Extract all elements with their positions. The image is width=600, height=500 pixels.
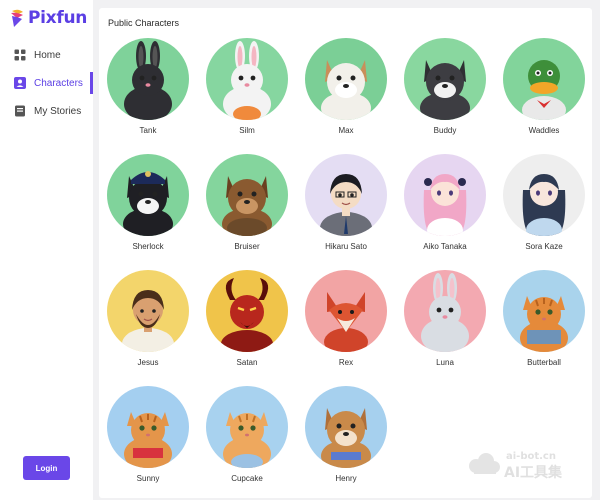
character-avatar[interactable] [305,38,387,120]
watermark-text: AI工具集 [504,465,563,481]
character-card[interactable]: Aiko Tanaka [400,154,490,264]
character-name: Luna [436,358,454,367]
nav-label: Home [34,49,61,61]
pixfun-logo-icon [11,9,23,27]
character-avatar[interactable] [404,270,486,352]
character-name: Satan [236,358,258,367]
character-name: Cupcake [231,474,263,483]
character-name: Henry [335,474,357,483]
character-card[interactable]: Bruiser [202,154,292,264]
character-name: Waddles [528,126,560,135]
book-icon [15,105,25,117]
character-card[interactable]: Buddy [400,38,490,148]
nav-item-home[interactable]: Home [0,44,93,66]
character-name: Sunny [136,474,160,483]
watermark-domain: ai-bot.cn [506,451,556,462]
character-avatar[interactable] [107,386,189,468]
app-logo[interactable]: Pixfun [10,8,87,28]
character-avatar[interactable] [503,154,585,236]
character-name: Hikaru Sato [325,242,367,251]
character-avatar[interactable] [404,154,486,236]
character-name: Butterball [527,358,561,367]
nav-item-my-stories[interactable]: My Stories [0,100,93,122]
character-card[interactable]: Rex [301,270,391,380]
character-avatar[interactable] [503,38,585,120]
character-avatar[interactable] [206,386,288,468]
character-card[interactable]: Henry [301,386,391,496]
character-avatar[interactable] [305,386,387,468]
watermark-logo-icon [469,453,500,474]
user-badge-icon [14,77,26,89]
character-name: Tank [139,126,157,135]
app-name: Pixfun [28,8,88,28]
character-card[interactable]: Max [301,38,391,148]
character-card[interactable]: Sherlock [103,154,193,264]
main-panel: Public Characters Tank Silm Max Buddy Wa… [99,8,592,498]
character-avatar[interactable] [305,270,387,352]
character-name: Jesus [137,358,159,367]
character-card[interactable]: Butterball [499,270,589,380]
character-avatar[interactable] [107,38,189,120]
character-card[interactable]: Waddles [499,38,589,148]
character-avatar[interactable] [404,38,486,120]
character-card[interactable]: Sunny [103,386,193,496]
character-avatar[interactable] [206,38,288,120]
nav-label: My Stories [34,105,82,117]
character-avatar[interactable] [206,270,288,352]
character-card[interactable]: Tank [103,38,193,148]
character-avatar[interactable] [206,154,288,236]
character-card[interactable]: Silm [202,38,292,148]
character-name: Buddy [433,126,457,135]
section-title: Public Characters [108,18,180,28]
character-name: Bruiser [234,242,260,251]
character-name: Aiko Tanaka [423,242,467,251]
nav-item-characters[interactable]: Characters [0,72,93,94]
character-avatar[interactable] [503,270,585,352]
character-card[interactable]: Sora Kaze [499,154,589,264]
character-card[interactable]: Jesus [103,270,193,380]
character-avatar[interactable] [107,270,189,352]
character-name: Rex [338,358,354,367]
nav-label: Characters [34,77,83,89]
character-name: Sora Kaze [525,242,563,251]
character-name: Sherlock [132,242,164,251]
character-avatar[interactable] [305,154,387,236]
watermark: ai-bot.cn AI工具集 [466,451,591,486]
sidebar: Pixfun Home Characters My Stories Login [0,0,93,500]
login-button[interactable]: Login [23,456,70,480]
character-card[interactable]: Cupcake [202,386,292,496]
grid-icon [14,49,26,61]
character-card[interactable]: Satan [202,270,292,380]
character-card[interactable]: Hikaru Sato [301,154,391,264]
character-name: Silm [239,126,255,135]
character-name: Max [338,126,354,135]
character-avatar[interactable] [107,154,189,236]
character-card[interactable]: Luna [400,270,490,380]
